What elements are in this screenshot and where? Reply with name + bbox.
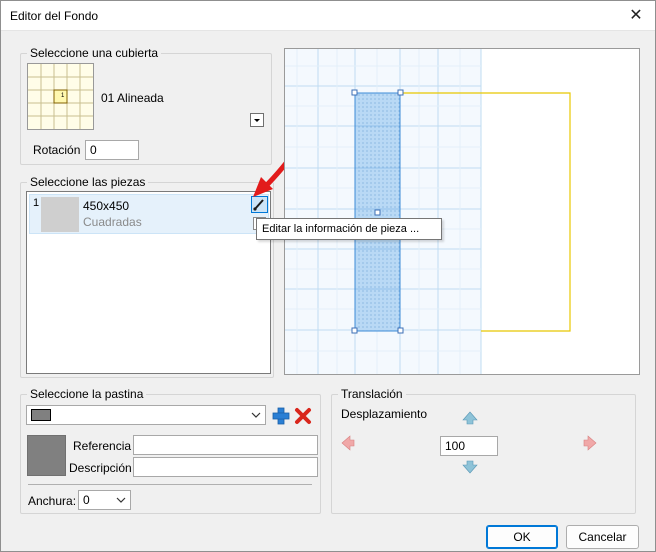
grout-divider	[28, 484, 312, 485]
translation-group-label: Translación	[338, 387, 406, 401]
grout-swatch	[27, 435, 66, 476]
width-dropdown[interactable]: 0	[78, 490, 131, 510]
cover-group-label: Seleccione una cubierta	[27, 46, 162, 60]
cover-thumbnail-number: 1	[61, 93, 65, 99]
list-item[interactable]: 1 450x450 Cuadradas	[29, 194, 269, 234]
width-value: 0	[83, 493, 90, 507]
delete-x-icon[interactable]	[294, 407, 312, 425]
chevron-down-icon	[116, 497, 126, 503]
dialog-window: Editor del Fondo ✕ Seleccione una cubier…	[0, 0, 656, 552]
cover-name: 01 Alineada	[101, 91, 164, 105]
chevron-down-icon	[254, 119, 260, 122]
piece-index: 1	[33, 197, 40, 209]
preview-drawing	[285, 49, 571, 374]
piece-type: Cuadradas	[83, 215, 142, 229]
cancel-button[interactable]: Cancelar	[566, 525, 639, 549]
grout-dropdown-swatch	[31, 409, 51, 421]
title-bar: Editor del Fondo ✕	[1, 1, 655, 31]
close-icon[interactable]: ✕	[625, 7, 647, 25]
offset-label: Desplazamiento	[341, 407, 428, 421]
rotation-label: Rotación	[33, 143, 81, 157]
description-input[interactable]	[133, 457, 318, 477]
piece-swatch	[41, 197, 79, 232]
plus-icon[interactable]	[272, 407, 290, 425]
arrow-right-icon[interactable]	[583, 435, 597, 451]
grout-dropdown[interactable]	[26, 405, 266, 425]
grout-group-label: Seleccione la pastina	[27, 387, 147, 401]
ok-button[interactable]: OK	[486, 525, 558, 549]
reference-label: Referencia	[73, 439, 132, 453]
window-title: Editor del Fondo	[10, 9, 99, 23]
cover-thumbnail[interactable]: 1	[27, 63, 94, 130]
rotation-input[interactable]: 0	[85, 140, 139, 160]
pieces-list[interactable]: 1 450x450 Cuadradas	[26, 191, 271, 374]
pieces-group-label: Seleccione las piezas	[27, 175, 149, 189]
width-label: Anchura:	[28, 494, 77, 508]
arrow-up-icon[interactable]	[462, 411, 478, 425]
offset-input[interactable]: 100	[440, 436, 498, 456]
arrow-left-icon[interactable]	[341, 435, 355, 451]
piece-name: 450x450	[83, 199, 130, 213]
description-label: Descripción	[69, 461, 132, 475]
preview-canvas[interactable]	[284, 48, 640, 375]
arrow-down-icon[interactable]	[462, 460, 478, 474]
chevron-down-icon	[251, 412, 261, 418]
edit-piece-tooltip: Editar la información de pieza ...	[256, 218, 442, 240]
reference-input[interactable]	[133, 435, 318, 455]
cover-dropdown-button[interactable]	[250, 113, 264, 127]
